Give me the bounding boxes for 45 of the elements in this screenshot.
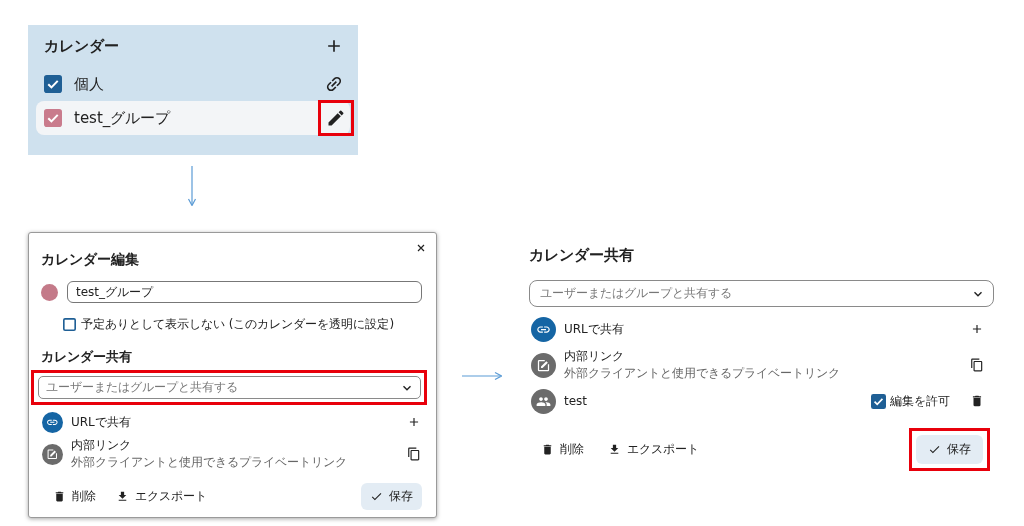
check-icon	[928, 443, 941, 456]
arrow	[187, 166, 197, 206]
share-dropdown[interactable]: ユーザーまたはグループと共有する	[529, 280, 994, 307]
section-title: カレンダー共有	[529, 246, 635, 265]
export-button[interactable]: エクスポート	[602, 437, 705, 462]
check-icon	[370, 490, 383, 503]
name-field[interactable]: test_グループ	[67, 281, 422, 303]
share-title: URLで共有	[71, 413, 132, 431]
share-title: 内部リンク	[71, 437, 132, 454]
save-button[interactable]: 保存	[916, 435, 983, 464]
checkbox[interactable]	[44, 109, 62, 127]
arrow	[462, 371, 502, 381]
add-icon[interactable]	[407, 415, 421, 429]
share-description: 外部クライアントと使用できるプライベートリンク	[564, 365, 841, 382]
copy-icon[interactable]	[970, 358, 984, 372]
delete-icon	[541, 443, 554, 456]
color-dot[interactable]	[41, 283, 58, 301]
section-title: カレンダー共有	[41, 348, 133, 366]
add-icon[interactable]	[970, 322, 984, 336]
delete-button[interactable]: 削除	[47, 484, 102, 509]
calendar-item[interactable]: 個人	[36, 67, 350, 101]
close-icon[interactable]	[415, 242, 427, 254]
save-button[interactable]: 保存	[361, 483, 422, 510]
checkbox[interactable]	[44, 75, 62, 93]
export-button[interactable]: エクスポート	[110, 484, 213, 509]
delete-icon[interactable]	[970, 394, 984, 408]
sidebar-title: カレンダー	[44, 36, 119, 56]
checkbox[interactable]	[871, 393, 886, 409]
delete-button[interactable]: 削除	[535, 437, 590, 462]
share-title: test	[564, 394, 589, 408]
calendar-name: test_グループ	[74, 108, 172, 128]
checkbox[interactable]	[63, 318, 76, 331]
edit-icon[interactable]	[326, 108, 346, 128]
copy-icon[interactable]	[407, 447, 421, 461]
share-dropdown[interactable]: ユーザーまたはグループと共有する	[38, 376, 421, 399]
checkbox-label: 予定ありとして表示しない (このカレンダーを透明に設定)	[81, 316, 395, 333]
download-icon	[116, 490, 129, 503]
delete-icon	[53, 490, 66, 503]
checkbox-label: 編集を許可	[890, 392, 950, 410]
download-icon	[608, 443, 621, 456]
calendar-name[interactable]: 個人	[74, 74, 312, 94]
share-title: 内部リンク	[564, 348, 625, 365]
share-description: 外部クライアントと使用できるプライベートリンク	[71, 454, 348, 471]
share-title: URLで共有	[564, 320, 625, 338]
dialog-title: カレンダー編集	[41, 251, 140, 269]
